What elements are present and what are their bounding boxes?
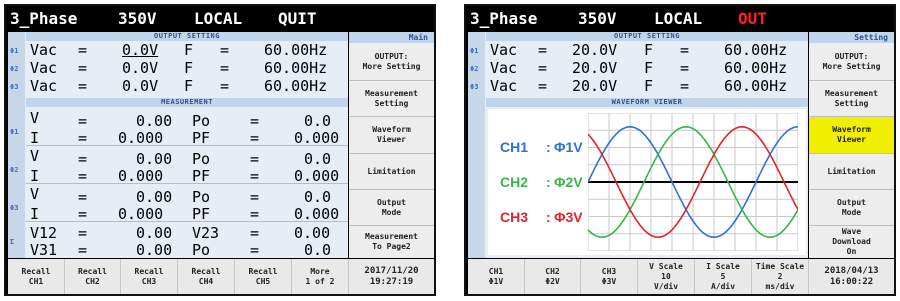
measured-voltage: 0.00 bbox=[136, 188, 173, 206]
output-status-label: OUT bbox=[738, 9, 767, 28]
recall-ch1-button[interactable]: Recall CH1 bbox=[8, 259, 65, 294]
measured-current: 0.000 bbox=[118, 167, 164, 185]
measured-voltage: 0.00 bbox=[136, 112, 173, 130]
phase-tag: Φ1 bbox=[470, 47, 479, 55]
date-time: 2017/11/20 19:27:19 bbox=[364, 265, 419, 287]
main-panel: OUTPUT SETTING Φ1 Vac = 20.0V F = 60.00H… bbox=[468, 32, 808, 258]
recall-ch2-button[interactable]: Recall CH2 bbox=[65, 259, 121, 294]
ch3-select-button[interactable]: CH3 Φ3V bbox=[581, 259, 638, 294]
channel-2-label: Φ2V bbox=[554, 174, 583, 190]
output-mode-button[interactable]: Output Mode bbox=[349, 190, 434, 226]
voltage-range-label: 350V bbox=[118, 9, 157, 28]
output-setting-header: OUTPUT SETTING bbox=[486, 32, 808, 41]
v-scale-button[interactable]: V Scale 10 V/div bbox=[638, 259, 695, 294]
measured-pf: 0.000 bbox=[294, 129, 340, 147]
output-status-label: QUIT bbox=[278, 9, 317, 28]
waveform-viewer-header: WAVEFORM VIEWER bbox=[486, 98, 808, 107]
frequency-value[interactable]: 60.00Hz bbox=[724, 77, 787, 95]
voltage-value[interactable]: 20.0V bbox=[572, 41, 617, 59]
measured-power: 0.0 bbox=[304, 150, 332, 168]
phase-tag: Φ2 bbox=[470, 65, 479, 73]
more-button[interactable]: More 1 of 2 bbox=[292, 259, 349, 294]
measured-pf: 0.000 bbox=[294, 167, 340, 185]
date-time: 2018/04/13 16:00:22 bbox=[824, 265, 879, 287]
voltage-range-label: 350V bbox=[578, 9, 617, 28]
function-key-bar: CH1 Φ1V CH2 Φ2V CH3 Φ3V V Scale 10 V/div… bbox=[468, 259, 894, 294]
main-panel: OUTPUT SETTING Φ1 Vac = 0.0V F = 60.00Hz… bbox=[8, 32, 348, 259]
model-label: 3_Phase bbox=[470, 9, 538, 28]
phase-tag: Σ bbox=[10, 238, 15, 246]
measured-power: 0.0 bbox=[304, 188, 332, 206]
control-mode-label: LOCAL bbox=[654, 9, 703, 28]
control-mode-label: LOCAL bbox=[194, 9, 243, 28]
limitation-button[interactable]: Limitation bbox=[349, 154, 434, 190]
measured-current: 0.000 bbox=[118, 129, 164, 147]
channel-3-name: CH3 bbox=[500, 209, 529, 225]
phase-tag: Φ3 bbox=[470, 83, 479, 91]
right-screen: 3_Phase 350V LOCAL OUT OUTPUT SETTING Φ1… bbox=[464, 4, 896, 296]
wave-download-button[interactable]: Wave Download On bbox=[809, 226, 894, 258]
soft-key-panel: Main OUTPUT: More Setting Measurement Se… bbox=[349, 32, 434, 258]
channel-2-name: CH2 bbox=[500, 174, 529, 190]
channel-3-label: Φ3V bbox=[554, 209, 583, 225]
total-power: 0.0 bbox=[304, 241, 332, 259]
recall-ch4-button[interactable]: Recall CH4 bbox=[178, 259, 235, 294]
output-more-setting-button[interactable]: OUTPUT: More Setting bbox=[349, 43, 434, 81]
phase-tag: Φ2 bbox=[10, 166, 19, 174]
phase-tag: Φ3 bbox=[10, 204, 19, 212]
measured-current: 0.000 bbox=[118, 205, 164, 223]
measured-power: 0.0 bbox=[304, 112, 332, 130]
phase-tag: Φ3 bbox=[10, 83, 19, 91]
phase-tag: Φ1 bbox=[10, 47, 19, 55]
menu-title: Setting bbox=[809, 32, 894, 43]
voltage-value[interactable]: 0.0V bbox=[122, 77, 158, 95]
waveform-viewer-button[interactable]: Waveform Viewer bbox=[809, 117, 894, 154]
status-bar: 3_Phase 350V LOCAL OUT bbox=[466, 6, 894, 32]
recall-ch3-button[interactable]: Recall CH3 bbox=[121, 259, 178, 294]
waveform-viewer-button[interactable]: Waveform Viewer bbox=[349, 117, 434, 154]
line-voltage: 0.00 bbox=[136, 224, 173, 242]
frequency-value[interactable]: 60.00Hz bbox=[264, 59, 327, 77]
channel-1-sep: : bbox=[546, 139, 551, 155]
measurement-header: MEASUREMENT bbox=[26, 98, 348, 107]
i-scale-button[interactable]: I Scale 5 A/div bbox=[695, 259, 752, 294]
recall-ch5-button[interactable]: Recall CH5 bbox=[235, 259, 292, 294]
frequency-value[interactable]: 60.00Hz bbox=[724, 59, 787, 77]
output-setting-header: OUTPUT SETTING bbox=[26, 32, 348, 41]
model-label: 3_Phase bbox=[10, 9, 78, 28]
measurement-page2-button[interactable]: Measurement To Page2 bbox=[349, 226, 434, 258]
output-more-setting-button[interactable]: OUTPUT: More Setting bbox=[809, 43, 894, 81]
ch2-select-button[interactable]: CH2 Φ2V bbox=[525, 259, 581, 294]
voltage-value[interactable]: 20.0V bbox=[572, 59, 617, 77]
output-mode-button[interactable]: Output Mode bbox=[809, 190, 894, 226]
voltage-value[interactable]: 0.0V bbox=[122, 59, 158, 77]
voltage-value[interactable]: 20.0V bbox=[572, 77, 617, 95]
soft-key-panel: Setting OUTPUT: More Setting Measurement… bbox=[809, 32, 894, 258]
line-voltage: 0.00 bbox=[136, 241, 173, 259]
measured-voltage: 0.00 bbox=[136, 150, 173, 168]
ch1-select-button[interactable]: CH1 Φ1V bbox=[468, 259, 525, 294]
measured-pf: 0.000 bbox=[294, 205, 340, 223]
status-bar: 3_Phase 350V LOCAL QUIT bbox=[6, 6, 434, 32]
channel-2-sep: : bbox=[546, 174, 551, 190]
function-key-bar: Recall CH1 Recall CH2 Recall CH3 Recall … bbox=[8, 259, 434, 294]
voltage-value[interactable]: 0.0V bbox=[122, 41, 158, 59]
channel-1-name: CH1 bbox=[500, 139, 529, 155]
channel-3-sep: : bbox=[546, 209, 551, 225]
limitation-button[interactable]: Limitation bbox=[809, 154, 894, 190]
time-scale-button[interactable]: Time Scale 2 ms/div bbox=[752, 259, 809, 294]
frequency-value[interactable]: 60.00Hz bbox=[724, 41, 787, 59]
phase-tag: Φ1 bbox=[10, 128, 19, 136]
phase-tag: Φ2 bbox=[10, 65, 19, 73]
menu-title: Main bbox=[349, 32, 434, 43]
measurement-setting-button[interactable]: Measurement Setting bbox=[809, 81, 894, 117]
frequency-value[interactable]: 60.00Hz bbox=[264, 77, 327, 95]
channel-1-label: Φ1V bbox=[554, 139, 583, 155]
frequency-value[interactable]: 60.00Hz bbox=[264, 41, 327, 59]
left-screen: 3_Phase 350V LOCAL QUIT OUTPUT SETTING Φ… bbox=[4, 4, 436, 296]
measurement-setting-button[interactable]: Measurement Setting bbox=[349, 81, 434, 117]
line-voltage: 0.00 bbox=[294, 224, 331, 242]
waveform-plot bbox=[588, 113, 798, 251]
waveform-panel: CH1 : Φ1V CH2 : Φ2V CH3 : Φ3V bbox=[488, 109, 806, 255]
